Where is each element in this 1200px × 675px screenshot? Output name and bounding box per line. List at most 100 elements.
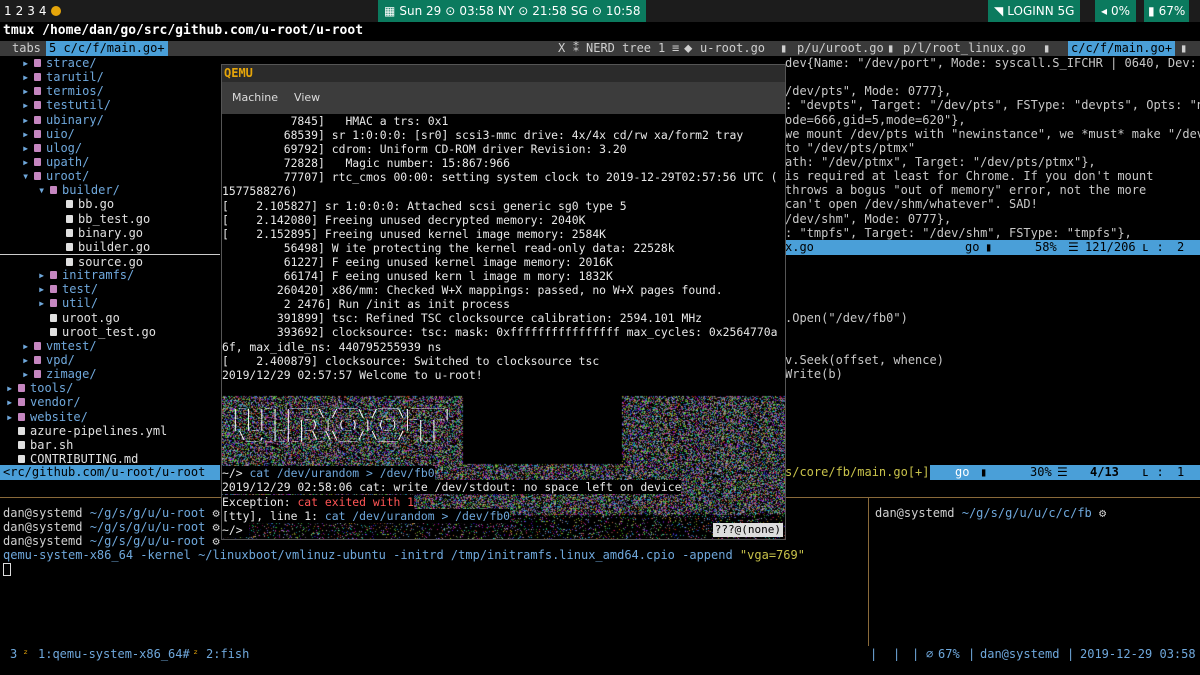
line-icon: ʟ : [1142,465,1164,479]
tree-entry-name: zimage/ [46,367,97,382]
clock-widget[interactable]: ▦ Sun 29 ⊙ 03:58 NY ⊙ 21:58 SG ⊙ 10:58 [378,0,647,22]
code-line: v.Seek(offset, whence) [785,352,944,367]
folder-icon [18,384,25,393]
console-line: 393692] clocksource: tsc: mask: 0xffffff… [222,325,778,340]
status-file: s/core/fb/main.go[+] [785,465,930,480]
tree-directory[interactable]: ▸ util/ [0,296,220,310]
tree-file[interactable]: azure-pipelines.yml [0,424,220,438]
workspace-3[interactable]: 3 [27,4,35,18]
shell-prompt-line: dan@systemd ~/g/s/g/u/u/c/c/fb ⚙ [875,506,1107,520]
tree-file[interactable]: uroot.go [0,311,220,325]
folder-icon [50,299,57,308]
fish-icon: ⚙ [212,506,220,520]
folder-icon [50,285,57,294]
console-line: 1577588276) [222,184,298,199]
local-time: 03:58 [459,3,494,18]
caret-right-icon: ▸ [22,112,30,127]
tree-directory[interactable]: ▸ tarutil/ [0,70,220,84]
zoom-icon: ᶻ [22,647,30,661]
console-line: Exception: cat exited with 1 [222,494,415,509]
workspace-1[interactable]: 1 [4,4,12,18]
battery-icon: ⌀ [926,647,934,661]
tree-file[interactable]: bb.go [0,197,220,211]
tree-directory[interactable]: ▸ upath/ [0,155,220,169]
qemu-window[interactable]: QEMU Machine View 7845] HMAC a trs: 0x1 … [221,64,786,540]
tree-file[interactable]: bb_test.go [0,212,220,226]
code-editor[interactable]: dev{Name: "/dev/port", Mode: syscall.S_I… [785,56,1200,481]
menu-view[interactable]: View [294,91,320,105]
console-line: 56498] W ite protecting the kernel read-… [222,240,675,255]
tree-directory[interactable]: ▸ website/ [0,410,220,424]
volume-widget[interactable]: ◂ 0% [1095,0,1137,22]
tmux-window-2[interactable]: 2:fish [206,646,249,662]
file-icon [18,454,25,463]
workspace-2[interactable]: 2 [16,4,24,18]
tree-directory[interactable]: ▾ builder/ [0,183,220,197]
tab-p-l-root-linux-go[interactable]: p/l/root_linux.go [903,41,1026,56]
tmux-user: dan@systemd [980,647,1060,661]
tab-active-right[interactable]: c/c/f/main.go+ [1068,41,1176,56]
tree-directory[interactable]: ▸ test/ [0,282,220,296]
file-icon [66,214,73,223]
pane-divider-vertical[interactable] [868,498,869,646]
tab-active-left[interactable]: 5 c/c/f/main.go+ [46,41,168,56]
tree-directory[interactable]: ▾ uroot/ [0,169,220,183]
tree-file[interactable]: source.go [0,253,220,269]
battery-icon: ▮ [1148,3,1155,18]
console-line: 2019/12/29 02:57:57 Welcome to u-root! [222,367,483,382]
tree-entry-name: bar.sh [30,437,74,452]
vim-tabline: tabs 5 c/c/f/main.go+ X ⁑ NERD tree 1 ≡ … [0,41,1200,56]
qemu-framebuffer[interactable]: 7845] HMAC a trs: 0x1 68539] sr 1:0:0:0:… [222,114,785,539]
tree-directory[interactable]: ▸ tools/ [0,381,220,395]
tree-entry-name: CONTRIBUTING.md [30,451,139,465]
folder-icon [34,115,41,124]
tree-directory[interactable]: ▸ termios/ [0,84,220,98]
date-label: Sun 29 [399,3,442,18]
tree-file[interactable]: builder.go [0,240,220,254]
console-line: ~/> [222,522,250,537]
menu-machine[interactable]: Machine [232,91,278,105]
wifi-widget[interactable]: ◥ LOGINN 5G [988,0,1081,22]
caret-right-icon: ▸ [22,140,30,155]
tree-directory[interactable]: ▸ testutil/ [0,98,220,112]
status-filetype: go [965,240,980,254]
ny-time: 21:58 [532,3,567,18]
tree-directory[interactable]: ▸ vendor/ [0,395,220,409]
folder-icon [18,412,25,421]
tab-close-button[interactable]: X [558,41,565,56]
console-line: 6f, max_idle_ns: 440795255939 ns [222,339,442,354]
editor-status-line-top: x.go go ▮ 58% ☰ 121/206 ʟ : 2 [785,240,1200,255]
qemu-title-bar[interactable]: QEMU [222,65,785,82]
tmux-window-1[interactable]: 1:qemu-system-x86_64# [38,646,190,662]
tree-directory[interactable]: ▸ ubinary/ [0,113,220,127]
menu-icon: ☰ [1057,465,1068,479]
code-line: Write(b) [785,367,843,382]
tree-file[interactable]: CONTRIBUTING.md [0,452,220,465]
tree-file[interactable]: uroot_test.go [0,325,220,339]
tree-file[interactable]: binary.go [0,226,220,240]
tab-nerdtree[interactable]: NERD tree [586,41,651,56]
console-line: 260420] x86/mm: Checked W+X mappings: pa… [222,283,723,298]
tree-directory[interactable]: ▸ strace/ [0,56,220,70]
workspace-4[interactable]: 4 [39,4,47,18]
caret-right-icon: ▸ [22,70,30,85]
shell-pane-right[interactable]: dan@systemd ~/g/s/g/u/u/c/c/fb ⚙ [875,506,1195,520]
tree-directory[interactable]: ▸ vmtest/ [0,339,220,353]
tab-u-root-go[interactable]: u-root.go [700,41,765,56]
battery-widget[interactable]: ▮ 67% [1144,0,1190,22]
console-line: [ 2.152895] Freeing unused kernel image … [222,226,607,241]
console-line: 68539] sr 1:0:0:0: [sr0] scsi3-mmc drive… [222,128,744,143]
tree-directory[interactable]: ▸ uio/ [0,127,220,141]
tree-file[interactable]: bar.sh [0,438,220,452]
tree-directory[interactable]: ▸ zimage/ [0,367,220,381]
caret-down-icon: ▾ [38,183,46,198]
tree-directory[interactable]: ▸ initramfs/ [0,268,220,282]
folder-icon [18,398,25,407]
sg-label: SG [570,3,588,18]
tree-directory[interactable]: ▸ ulog/ [0,141,220,155]
tree-entry-name: strace/ [46,56,97,70]
tree-directory[interactable]: ▸ vpd/ [0,353,220,367]
console-line: [tty], line 1: cat /dev/urandom > /dev/f… [222,508,511,523]
tab-p-u-uroot-go[interactable]: p/u/uroot.go [797,41,884,56]
